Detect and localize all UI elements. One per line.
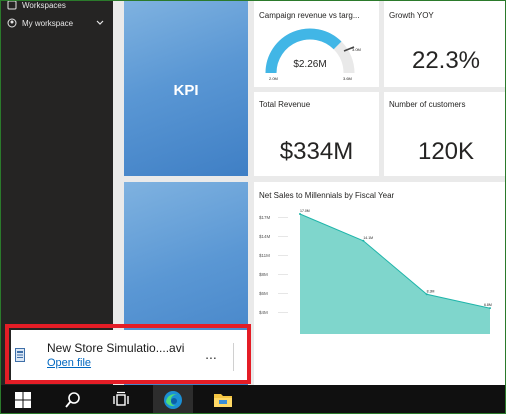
data-point — [362, 239, 365, 242]
kpi-tile[interactable]: KPI — [124, 1, 248, 176]
data-point — [299, 213, 301, 215]
y-tick-label: $6M — [259, 291, 268, 296]
growth-tile[interactable]: Growth YOY 22.3% — [384, 1, 505, 87]
customers-value: 120K — [417, 138, 475, 165]
active-indicator — [161, 413, 185, 414]
edge-browser-icon — [164, 391, 182, 409]
growth-value: 22.3% — [411, 47, 481, 74]
data-label: 6.8M — [484, 303, 492, 307]
gauge-chart: $2.26M 2.0M 3.6M 3.0M — [265, 28, 361, 81]
nav-item-label: Workspaces — [22, 0, 66, 10]
open-file-link[interactable]: Open file — [47, 357, 91, 369]
y-tick-label: $11M — [259, 253, 270, 258]
nav-item-my-workspace[interactable]: My workspace — [7, 14, 111, 32]
data-label: 17.0M — [300, 209, 310, 213]
total-revenue-title: Total Revenue — [259, 100, 311, 109]
video-file-icon — [15, 348, 25, 362]
gauge-max-label: 3.6M — [343, 76, 352, 81]
gauge-min-label: 2.0M — [269, 76, 278, 81]
file-explorer-button[interactable] — [203, 385, 243, 413]
search-button[interactable] — [53, 385, 93, 413]
data-point — [489, 307, 491, 310]
customers-tile[interactable]: Number of customers 120K — [384, 92, 505, 176]
task-view-icon — [113, 391, 129, 406]
total-revenue-tile[interactable]: Total Revenue $334M — [254, 92, 379, 176]
download-divider — [233, 343, 234, 371]
taskbar — [1, 385, 505, 414]
customers-title: Number of customers — [389, 100, 466, 109]
more-options-button[interactable]: ... — [200, 347, 222, 364]
area-series — [300, 214, 490, 334]
search-icon — [65, 392, 80, 408]
data-label: 8.3M — [427, 289, 435, 293]
data-point — [425, 293, 428, 296]
y-tick-label: $8M — [259, 272, 268, 277]
gauge-value: $2.26M — [293, 59, 326, 70]
gauge-tile[interactable]: Campaign revenue vs targ... $2.26M 2.0M … — [254, 1, 379, 87]
download-file-name: New Store Simulatio....avi — [47, 341, 185, 355]
workspaces-icon — [7, 1, 17, 10]
nav-item-workspaces[interactable]: Workspaces — [7, 0, 111, 14]
app-window: Workspaces My workspace KPI Campaign rev… — [0, 0, 506, 414]
y-tick-label: $17M — [259, 215, 271, 220]
total-revenue-value: $334M — [279, 138, 354, 165]
start-button[interactable] — [3, 385, 43, 413]
edge-taskbar-button[interactable] — [153, 385, 193, 414]
y-tick-label: $14M — [259, 234, 271, 239]
growth-title: Growth YOY — [389, 11, 434, 20]
chevron-down-icon[interactable] — [95, 18, 105, 28]
data-label: 14.1M — [363, 236, 373, 240]
nav-item-label: My workspace — [22, 18, 74, 28]
person-icon — [7, 18, 17, 28]
task-view-button[interactable] — [101, 385, 141, 413]
net-sales-area-chart: $17M $14M $11M $8M $6M $4M 17.0M 14.1M 8.3M 6.8M — [259, 209, 492, 334]
net-sales-chart-tile[interactable]: Net Sales to Millennials by Fiscal Year … — [254, 182, 505, 385]
y-tick-label: $4M — [259, 310, 268, 315]
windows-start-icon — [15, 392, 31, 408]
file-explorer-icon — [214, 394, 232, 407]
kpi-label: KPI — [173, 82, 199, 99]
gauge-target-label: 3.0M — [352, 47, 361, 52]
